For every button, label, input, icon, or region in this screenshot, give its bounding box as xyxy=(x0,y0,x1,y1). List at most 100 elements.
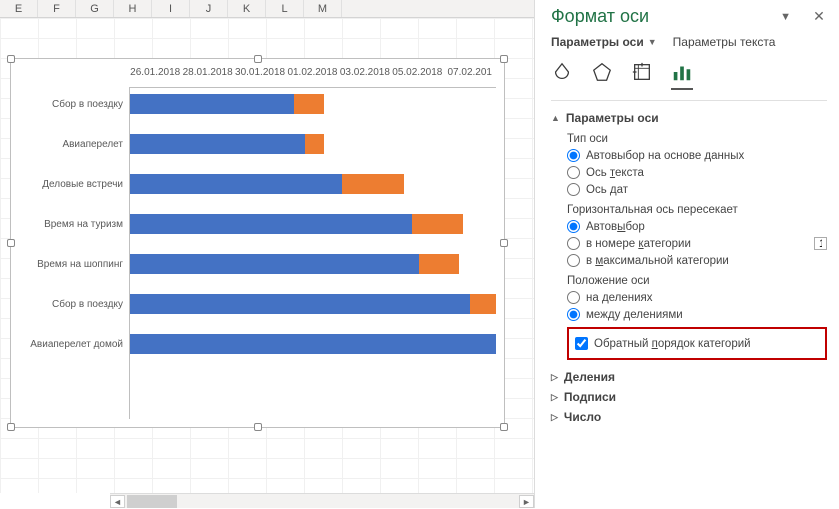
embedded-chart[interactable]: 26.01.201828.01.201830.01.201801.02.2018… xyxy=(10,58,505,428)
category-label[interactable]: Время на шоппинг xyxy=(19,259,129,270)
fill-line-icon[interactable] xyxy=(551,61,573,90)
radio-on-ticks[interactable]: на делениях xyxy=(567,291,827,304)
section-axis-options[interactable]: ▲ Параметры оси xyxy=(551,111,827,125)
column-header[interactable]: K xyxy=(228,0,266,17)
radio-label: в максимальной категории xyxy=(586,255,729,267)
radio-cross-at-category[interactable]: в номере категории xyxy=(567,237,827,250)
bar-segment-orange[interactable] xyxy=(305,134,323,154)
category-label[interactable]: Сбор в поездку xyxy=(19,99,129,110)
bar-segment-blue[interactable] xyxy=(129,334,496,354)
effects-icon[interactable] xyxy=(591,61,613,90)
collapse-icon: ▷ xyxy=(551,372,558,383)
plot-area[interactable]: Сбор в поездку Авиаперелет Деловые встречи… xyxy=(19,84,496,364)
worksheet-area[interactable]: EFGHIJKLM 26.01.201828.01.201830.01.2018… xyxy=(0,0,534,508)
checkbox-input[interactable] xyxy=(575,337,588,350)
bar-segment-blue[interactable] xyxy=(129,294,470,314)
column-header[interactable]: I xyxy=(152,0,190,17)
column-header[interactable]: L xyxy=(266,0,304,17)
bar-row: Время на шоппинг xyxy=(19,244,496,284)
category-label[interactable]: Сбор в поездку xyxy=(19,299,129,310)
radio-auto-by-data[interactable]: Автовыбор на основе данных xyxy=(567,149,827,162)
section-label: Число xyxy=(564,410,601,424)
section-label: Деления xyxy=(564,370,615,384)
radio-cross-auto[interactable]: Автовыбор xyxy=(567,220,827,233)
bar-track xyxy=(129,254,496,274)
resize-handle[interactable] xyxy=(500,55,508,63)
resize-handle[interactable] xyxy=(7,55,15,63)
radio-input[interactable] xyxy=(567,166,580,179)
x-axis-labels[interactable]: 26.01.201828.01.201830.01.201801.02.2018… xyxy=(129,67,496,78)
bar-segment-orange[interactable] xyxy=(470,294,496,314)
x-tick-label: 05.02.2018 xyxy=(391,67,443,78)
tab-text-options[interactable]: Параметры текста xyxy=(673,35,776,49)
bar-track xyxy=(129,294,496,314)
column-header[interactable]: J xyxy=(190,0,228,17)
x-tick-label: 01.02.2018 xyxy=(286,67,338,78)
radio-label: на делениях xyxy=(586,292,653,304)
column-header[interactable]: F xyxy=(38,0,76,17)
pane-icon-tabs xyxy=(551,55,827,101)
column-header[interactable]: H xyxy=(114,0,152,17)
column-header[interactable]: M xyxy=(304,0,342,17)
x-tick-label: 26.01.2018 xyxy=(129,67,181,78)
radio-date-axis[interactable]: Ось дат xyxy=(567,183,827,196)
format-axis-pane: Формат оси ▼ ✕ Параметры оси ▼ Параметры… xyxy=(534,0,839,508)
resize-handle[interactable] xyxy=(7,423,15,431)
resize-handle[interactable] xyxy=(254,55,262,63)
scroll-right-icon[interactable]: ► xyxy=(519,495,534,508)
category-label[interactable]: Авиаперелет домой xyxy=(19,339,129,350)
radio-input[interactable] xyxy=(567,149,580,162)
bar-row: Деловые встречи xyxy=(19,164,496,204)
bar-track xyxy=(129,94,496,114)
tab-axis-options[interactable]: Параметры оси ▼ xyxy=(551,35,657,49)
checkbox-reverse-order[interactable]: Обратный порядок категорий xyxy=(575,337,819,350)
scroll-left-icon[interactable]: ◄ xyxy=(110,495,125,508)
radio-input[interactable] xyxy=(567,291,580,304)
horizontal-scrollbar[interactable]: ◄ ► xyxy=(110,493,534,508)
radio-input[interactable] xyxy=(567,237,580,250)
bar-segment-orange[interactable] xyxy=(294,94,323,114)
resize-handle[interactable] xyxy=(500,423,508,431)
x-tick-label: 30.01.2018 xyxy=(234,67,286,78)
pane-options-icon[interactable]: ▼ xyxy=(780,11,791,23)
category-number-input[interactable] xyxy=(814,237,827,250)
section-number[interactable]: ▷ Число xyxy=(551,410,827,424)
size-properties-icon[interactable] xyxy=(631,61,653,90)
resize-handle[interactable] xyxy=(254,423,262,431)
bar-segment-blue[interactable] xyxy=(129,254,419,274)
section-labels[interactable]: ▷ Подписи xyxy=(551,390,827,404)
radio-input[interactable] xyxy=(567,254,580,267)
radio-text-axis[interactable]: Ось текста xyxy=(567,166,827,179)
resize-handle[interactable] xyxy=(500,239,508,247)
checkbox-label: Обратный порядок категорий xyxy=(594,338,751,350)
radio-input[interactable] xyxy=(567,308,580,321)
radio-label: Ось текста xyxy=(586,167,644,179)
bar-segment-orange[interactable] xyxy=(412,214,463,234)
column-header[interactable]: G xyxy=(76,0,114,17)
bar-segment-orange[interactable] xyxy=(342,174,404,194)
tab-label: Параметры оси xyxy=(551,35,644,49)
bar-track xyxy=(129,214,496,234)
crosses-at-label: Горизонтальная ось пересекает xyxy=(567,204,827,216)
resize-handle[interactable] xyxy=(7,239,15,247)
bar-segment-blue[interactable] xyxy=(129,94,294,114)
radio-input[interactable] xyxy=(567,183,580,196)
bar-segment-orange[interactable] xyxy=(419,254,459,274)
bar-segment-blue[interactable] xyxy=(129,134,305,154)
x-tick-label: 07.02.201 xyxy=(444,67,496,78)
radio-cross-at-max[interactable]: в максимальной категории xyxy=(567,254,827,267)
category-label[interactable]: Авиаперелет xyxy=(19,139,129,150)
section-tick-marks[interactable]: ▷ Деления xyxy=(551,370,827,384)
axis-options-icon[interactable] xyxy=(671,61,693,90)
radio-input[interactable] xyxy=(567,220,580,233)
column-header[interactable]: E xyxy=(0,0,38,17)
radio-between-ticks[interactable]: между делениями xyxy=(567,308,827,321)
close-icon[interactable]: ✕ xyxy=(811,8,827,25)
scroll-thumb[interactable] xyxy=(127,495,177,508)
category-label[interactable]: Время на туризм xyxy=(19,219,129,230)
worksheet-cells[interactable]: 26.01.201828.01.201830.01.201801.02.2018… xyxy=(0,18,534,493)
bar-segment-blue[interactable] xyxy=(129,174,342,194)
radio-label: Ось дат xyxy=(586,184,628,196)
bar-segment-blue[interactable] xyxy=(129,214,412,234)
category-label[interactable]: Деловые встречи xyxy=(19,179,129,190)
